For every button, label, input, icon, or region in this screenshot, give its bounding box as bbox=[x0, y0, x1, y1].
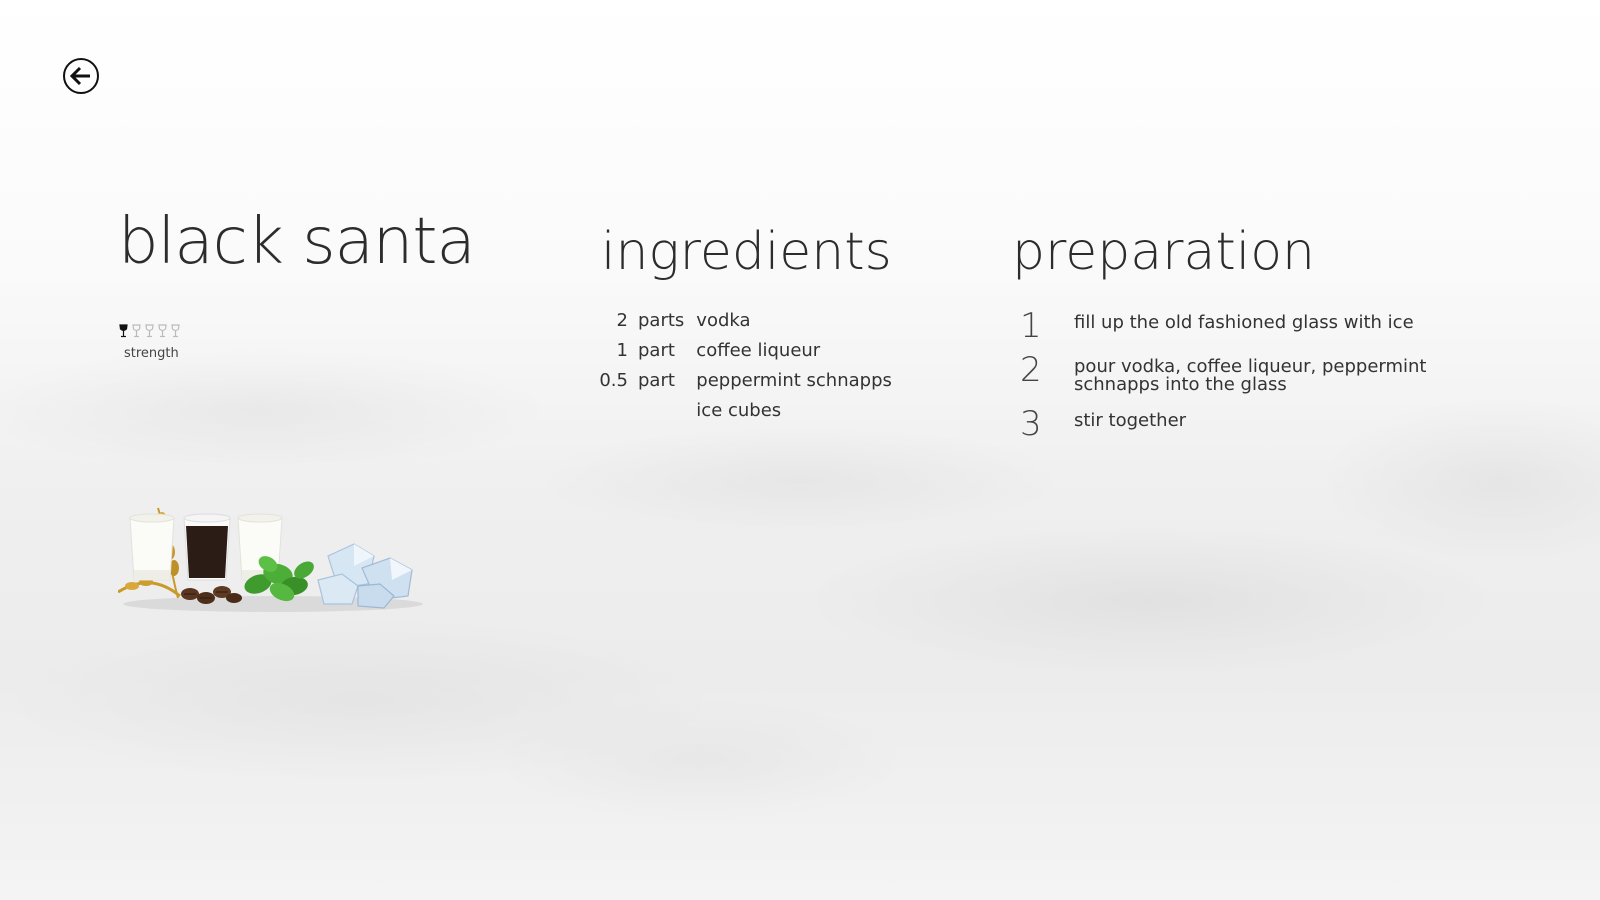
back-button[interactable] bbox=[63, 58, 99, 94]
wine-glass-filled-icon bbox=[119, 324, 128, 338]
cup-white-icon bbox=[129, 513, 175, 581]
wine-glass-empty-icon bbox=[132, 324, 141, 338]
ingredient-row: 1 part coffee liqueur bbox=[598, 335, 892, 365]
step-text: pour vodka, coffee liqueur, peppermint s… bbox=[1074, 356, 1427, 395]
ingredient-amount: 0.5 bbox=[599, 369, 628, 391]
cup-dark-icon bbox=[183, 513, 231, 581]
step-text: stir together bbox=[1074, 410, 1187, 431]
preparation-step: 2 pour vodka, coffee liqueur, peppermint … bbox=[1020, 350, 1490, 395]
step-number: 2 bbox=[1020, 350, 1042, 390]
strength-icons bbox=[118, 324, 181, 340]
ice-cubes-icon bbox=[317, 543, 413, 609]
ingredient-name: coffee liqueur bbox=[696, 339, 821, 361]
preparation-step: 1 fill up the old fashioned glass with ic… bbox=[1020, 306, 1490, 346]
ingredient-amount: 2 bbox=[616, 309, 628, 331]
preparation-step: 3 stir together bbox=[1020, 404, 1490, 444]
ingredient-name: vodka bbox=[696, 309, 751, 331]
ingredient-unit: parts bbox=[638, 309, 685, 331]
ingredient-row: 2 parts vodka bbox=[598, 305, 892, 335]
ingredient-row: 0.5 part peppermint schnapps bbox=[598, 365, 892, 395]
wine-glass-empty-icon bbox=[145, 324, 154, 338]
ingredients-list: 2 parts vodka 1 part coffee liqueur 0.5 part pep… bbox=[598, 305, 892, 425]
step-number: 3 bbox=[1020, 404, 1042, 444]
ingredient-unit: part bbox=[638, 339, 675, 361]
step-number: 1 bbox=[1020, 306, 1042, 346]
ingredient-unit: part bbox=[638, 369, 675, 391]
preparation-heading: preparation bbox=[1012, 222, 1315, 282]
ingredient-amount: 1 bbox=[616, 339, 628, 361]
step-text: fill up the old fashioned glass with ice bbox=[1074, 312, 1414, 333]
ingredient-row: ice cubes bbox=[598, 395, 892, 425]
strength-rating: strength bbox=[118, 324, 181, 361]
wine-glass-empty-icon bbox=[158, 324, 167, 338]
ingredients-illustration bbox=[117, 507, 423, 612]
ingredient-amount bbox=[598, 395, 638, 425]
ingredient-name: ice cubes bbox=[696, 399, 782, 421]
ingredients-heading: ingredients bbox=[601, 222, 892, 282]
strength-label: strength bbox=[124, 346, 179, 361]
ingredient-name: peppermint schnapps bbox=[696, 369, 892, 391]
preparation-steps: 1 fill up the old fashioned glass with ic… bbox=[1020, 306, 1490, 454]
ingredient-unit bbox=[638, 395, 696, 425]
ingredients-image bbox=[117, 500, 428, 620]
arrow-left-circle-icon bbox=[70, 66, 90, 86]
wine-glass-empty-icon bbox=[171, 324, 180, 338]
drink-title: black santa bbox=[118, 205, 476, 279]
